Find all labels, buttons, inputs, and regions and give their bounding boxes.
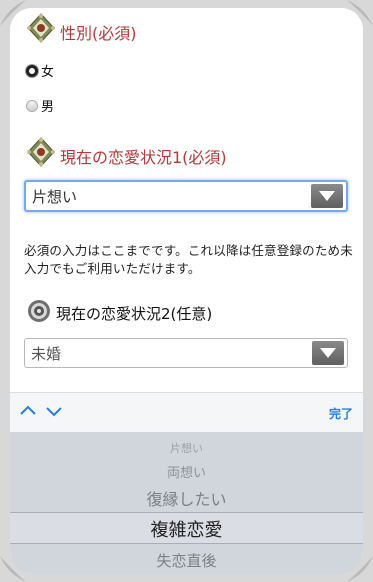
ornament-icon	[27, 137, 55, 167]
page-curl-corner-icon	[0, 0, 26, 26]
page-curl-corner-icon	[347, 0, 373, 26]
dropdown-arrow-icon[interactable]	[312, 341, 344, 365]
previous-field-chevron-up-icon[interactable]	[18, 401, 38, 421]
picker-item-selected[interactable]: 複雑恋愛	[10, 516, 363, 542]
gender-option-male[interactable]: 男	[26, 96, 54, 115]
ornament-icon	[27, 13, 55, 43]
page-frame: 性別(必須) 女 男 現在の恋愛状況1(必須) 片想い 必須の入力はここまでです…	[10, 8, 363, 574]
status1-section-title: 現在の恋愛状況1(必須)	[24, 136, 227, 168]
gender-section-title: 性別(必須)	[24, 12, 137, 44]
picker-wheel[interactable]: 片想い 両想い 復縁したい 複雑恋愛 失恋直後	[10, 432, 363, 574]
status2-label: 現在の恋愛状況2(任意)	[56, 305, 213, 323]
keyboard-toolbar: 完了	[10, 392, 363, 433]
optional-notice: 必須の入力はここまでです。これ以降は任意登録のため未入力でもご利用いただけます。	[24, 243, 353, 276]
status2-select[interactable]: 未婚	[24, 338, 348, 368]
page-curl-corner-icon	[0, 556, 26, 582]
field-navigation	[18, 401, 64, 421]
status2-value: 未婚	[31, 344, 62, 363]
form-area: 性別(必須) 女 男 現在の恋愛状況1(必須) 片想い 必須の入力はここまでです…	[10, 8, 363, 392]
radio-checked-icon[interactable]	[26, 64, 38, 77]
gender-option-label: 男	[41, 100, 55, 115]
done-button[interactable]: 完了	[329, 405, 353, 422]
radio-unchecked-icon[interactable]	[26, 99, 38, 112]
page-curl-corner-icon	[347, 556, 373, 582]
gear-ornament-icon	[28, 300, 50, 322]
gender-option-label: 女	[41, 65, 55, 80]
gender-label: 性別(必須)	[60, 24, 137, 43]
picker-item[interactable]: 失恋直後	[10, 550, 363, 571]
gender-option-female[interactable]: 女	[26, 61, 54, 80]
dropdown-arrow-icon[interactable]	[311, 184, 343, 208]
status1-select[interactable]: 片想い	[24, 180, 348, 212]
next-field-chevron-down-icon[interactable]	[44, 401, 64, 421]
status2-section-title: 現在の恋愛状況2(任意)	[26, 298, 212, 324]
status1-label: 現在の恋愛状況1(必須)	[60, 148, 227, 167]
status1-value: 片想い	[32, 187, 78, 206]
picker-item[interactable]: 両想い	[10, 462, 363, 481]
picker-item[interactable]: 片想い	[10, 440, 363, 454]
picker-item[interactable]: 復縁したい	[10, 486, 363, 510]
